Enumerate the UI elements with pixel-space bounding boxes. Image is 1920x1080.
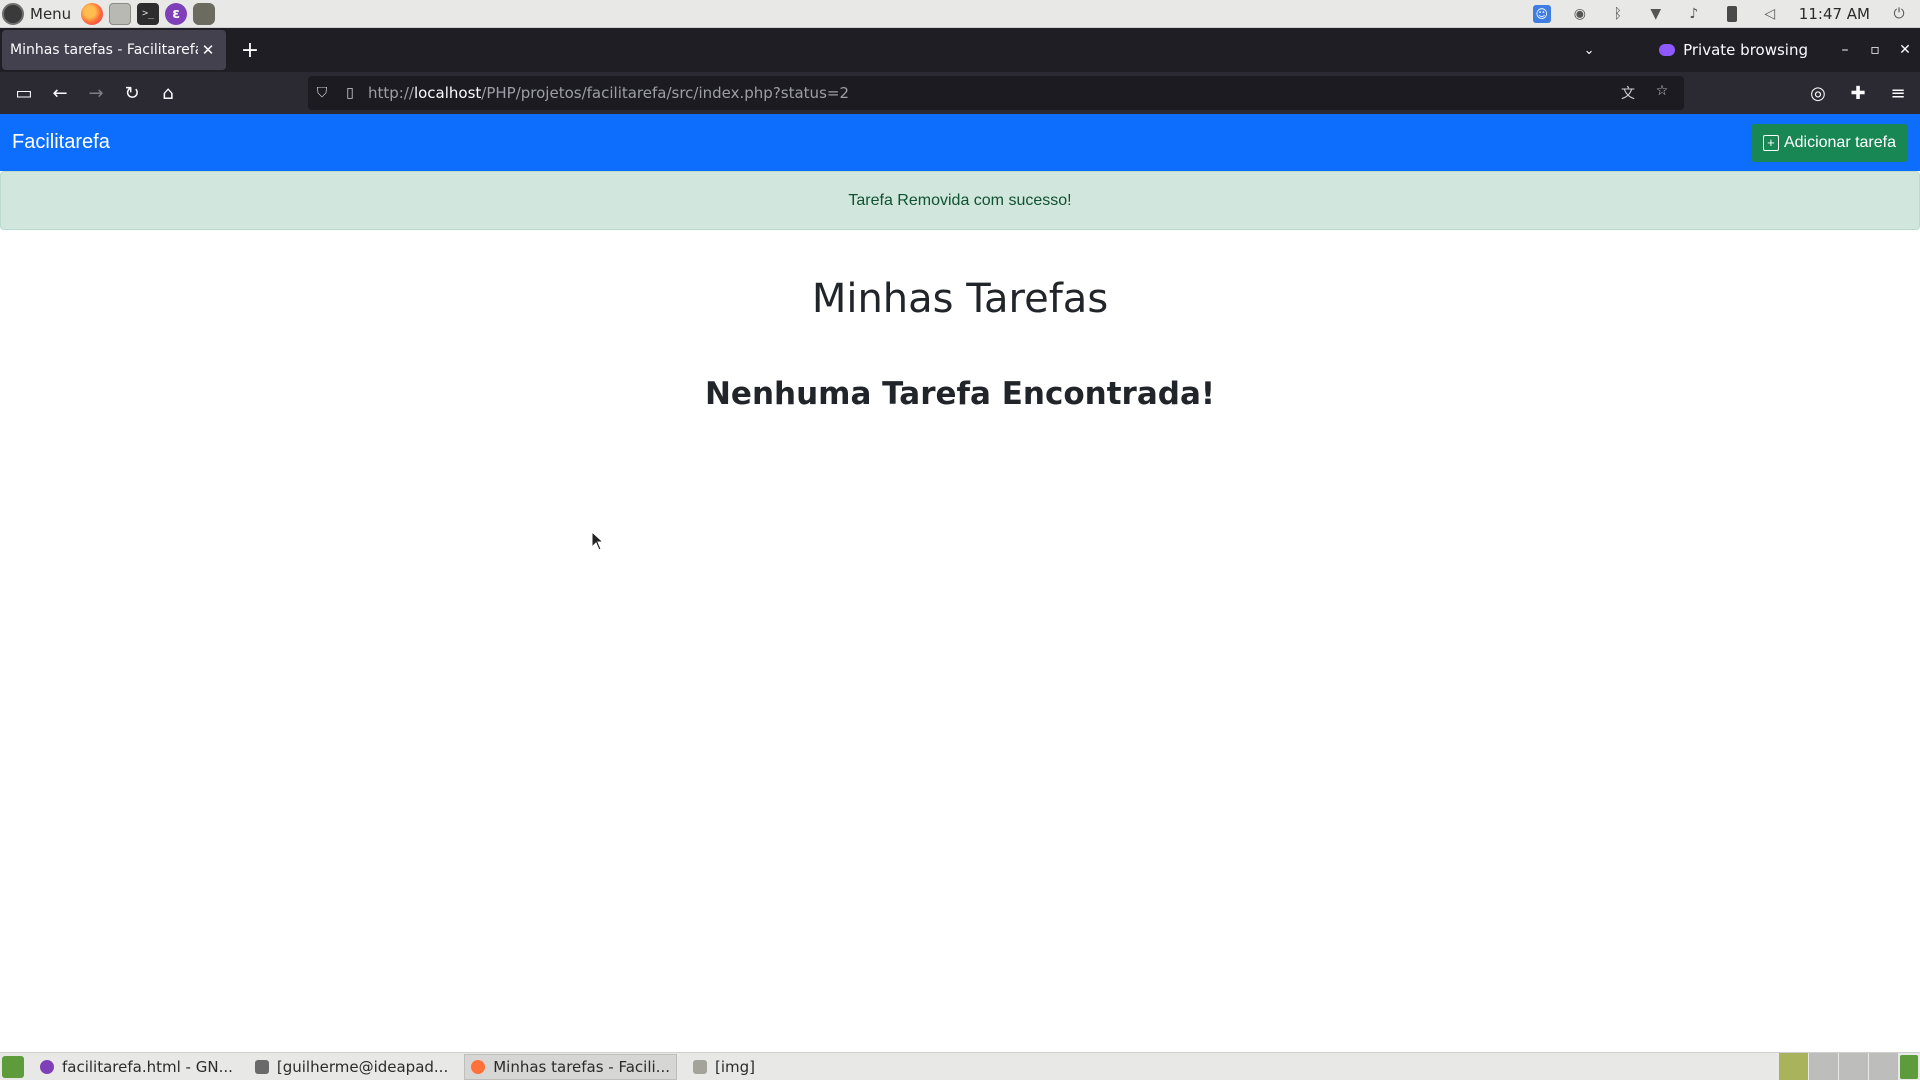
firefox-icon bbox=[471, 1059, 486, 1074]
page-info-icon[interactable]: ▯ bbox=[336, 85, 364, 101]
home-icon[interactable]: ⌂ bbox=[150, 77, 186, 109]
hamburger-menu-icon[interactable]: ≡ bbox=[1880, 77, 1916, 109]
page-title: Minhas Tarefas bbox=[811, 276, 1109, 322]
workspace-switcher bbox=[1778, 1052, 1920, 1080]
nvidia-icon[interactable]: ◉ bbox=[1571, 5, 1589, 23]
url-text[interactable]: http://localhost/PHP/projetos/facilitare… bbox=[368, 84, 849, 102]
os-menu-label: Menu bbox=[30, 4, 72, 23]
alert-message: Tarefa Removida com sucesso! bbox=[848, 191, 1072, 209]
workspace-2[interactable] bbox=[1808, 1052, 1838, 1080]
success-alert: Tarefa Removida com sucesso! bbox=[0, 171, 1920, 230]
reload-icon[interactable]: ↻ bbox=[114, 77, 150, 109]
taskbar-item-firefox[interactable]: Minhas tarefas - Facili... bbox=[464, 1053, 677, 1080]
tab-close-icon[interactable]: ✕ bbox=[198, 41, 218, 59]
folder-icon bbox=[693, 1059, 707, 1074]
app-launcher: >_ ε bbox=[81, 2, 216, 25]
plus-square-icon: + bbox=[1762, 134, 1779, 151]
close-window-button[interactable]: ✕ bbox=[1890, 42, 1920, 58]
show-desktop-icon[interactable] bbox=[2, 1055, 24, 1078]
files-launcher-icon[interactable] bbox=[109, 2, 132, 25]
notifications-icon[interactable]: ♪ bbox=[1685, 5, 1703, 23]
app-navbar: Facilitarefa + Adicionar tarefa bbox=[0, 114, 1920, 171]
power-icon[interactable]: ⏻ bbox=[1890, 5, 1908, 23]
list-all-tabs-chevron-icon[interactable]: ⌄ bbox=[1573, 43, 1605, 58]
trash-icon[interactable] bbox=[1900, 1054, 1918, 1079]
taskbar-item-emacs[interactable]: facilitarefa.html - GN... bbox=[34, 1054, 239, 1080]
restore-window-button[interactable]: ▫ bbox=[1860, 42, 1890, 58]
workspace-4[interactable] bbox=[1868, 1052, 1898, 1080]
browser-tab-bar: Minhas tarefas - Facilitarefa ✕ + ⌄ Priv… bbox=[0, 28, 1920, 72]
bluetooth-icon[interactable]: ᛒ bbox=[1609, 5, 1627, 23]
taskbar-item-label: Minhas tarefas - Facili... bbox=[493, 1057, 670, 1076]
taskbar-item-terminal[interactable]: [guilherme@ideapad... bbox=[249, 1054, 454, 1080]
menu-logo-icon bbox=[2, 2, 24, 25]
system-tray: ☺ ◉ ᛒ ▼ ♪ ◁ 11:47 AM ⏻ bbox=[1532, 0, 1920, 28]
translate-icon[interactable]: 文 bbox=[1614, 83, 1642, 103]
taskbar-item-label: facilitarefa.html - GN... bbox=[62, 1057, 233, 1076]
battery-icon[interactable] bbox=[1723, 5, 1741, 23]
emacs-icon bbox=[40, 1059, 54, 1074]
os-top-panel: Menu >_ ε ☺ ◉ ᛒ ▼ ♪ ◁ 11:47 AM ⏻ bbox=[0, 0, 1920, 28]
taskbar-item-folder[interactable]: [img] bbox=[687, 1054, 761, 1080]
url-scheme: http:// bbox=[368, 84, 414, 102]
empty-state-message: Nenhuma Tarefa Encontrada! bbox=[704, 376, 1216, 412]
mouse-cursor-icon bbox=[591, 530, 605, 555]
url-bar[interactable]: ⛉ ▯ http://localhost/PHP/projetos/facili… bbox=[308, 76, 1684, 110]
private-browsing-label: Private browsing bbox=[1683, 41, 1808, 59]
taskbar-item-label: [guilherme@ideapad... bbox=[276, 1057, 449, 1076]
firefox-launcher-icon[interactable] bbox=[81, 2, 104, 25]
tracking-protection-shield-icon[interactable]: ⛉ bbox=[308, 85, 336, 101]
private-browsing-icon bbox=[1659, 44, 1676, 56]
url-host: localhost bbox=[413, 84, 482, 102]
gimp-launcher-icon[interactable] bbox=[193, 2, 216, 25]
taskbar-item-label: [img] bbox=[715, 1057, 756, 1076]
volume-icon[interactable]: ◁ bbox=[1761, 5, 1779, 23]
wifi-icon[interactable]: ▼ bbox=[1647, 5, 1665, 23]
bookmark-star-icon[interactable]: ☆ bbox=[1648, 83, 1676, 103]
add-task-label: Adicionar tarefa bbox=[1783, 133, 1896, 151]
account-icon[interactable]: ◎ bbox=[1800, 77, 1836, 109]
add-task-button[interactable]: + Adicionar tarefa bbox=[1750, 123, 1908, 162]
minimize-window-button[interactable]: – bbox=[1830, 42, 1860, 58]
browser-tab-active[interactable]: Minhas tarefas - Facilitarefa ✕ bbox=[2, 30, 226, 70]
browser-nav-bar: ▭ ← → ↻ ⌂ ⛉ ▯ http://localhost/PHP/proje… bbox=[0, 72, 1920, 114]
terminal-launcher-icon[interactable]: >_ bbox=[137, 2, 160, 25]
workspace-3[interactable] bbox=[1838, 1052, 1868, 1080]
brand-link[interactable]: Facilitarefa bbox=[12, 131, 110, 154]
new-tab-button[interactable]: + bbox=[234, 34, 266, 66]
clock[interactable]: 11:47 AM bbox=[1799, 5, 1870, 23]
url-path: /PHP/projetos/facilitarefa/src/index.php… bbox=[481, 84, 849, 102]
sidebar-toggle-icon[interactable]: ▭ bbox=[6, 77, 42, 109]
back-arrow-icon[interactable]: ← bbox=[42, 77, 78, 109]
accessibility-icon[interactable]: ☺ bbox=[1532, 4, 1551, 23]
extensions-icon[interactable]: ✚ bbox=[1840, 77, 1876, 109]
workspace-1[interactable] bbox=[1778, 1052, 1808, 1080]
tab-title: Minhas tarefas - Facilitarefa bbox=[10, 42, 198, 58]
forward-arrow-icon[interactable]: → bbox=[78, 77, 114, 109]
terminal-icon bbox=[254, 1059, 269, 1074]
emacs-launcher-icon[interactable]: ε bbox=[165, 2, 188, 25]
os-taskbar: facilitarefa.html - GN... [guilherme@ide… bbox=[0, 1052, 1920, 1080]
os-menu-button[interactable]: Menu bbox=[0, 0, 71, 28]
